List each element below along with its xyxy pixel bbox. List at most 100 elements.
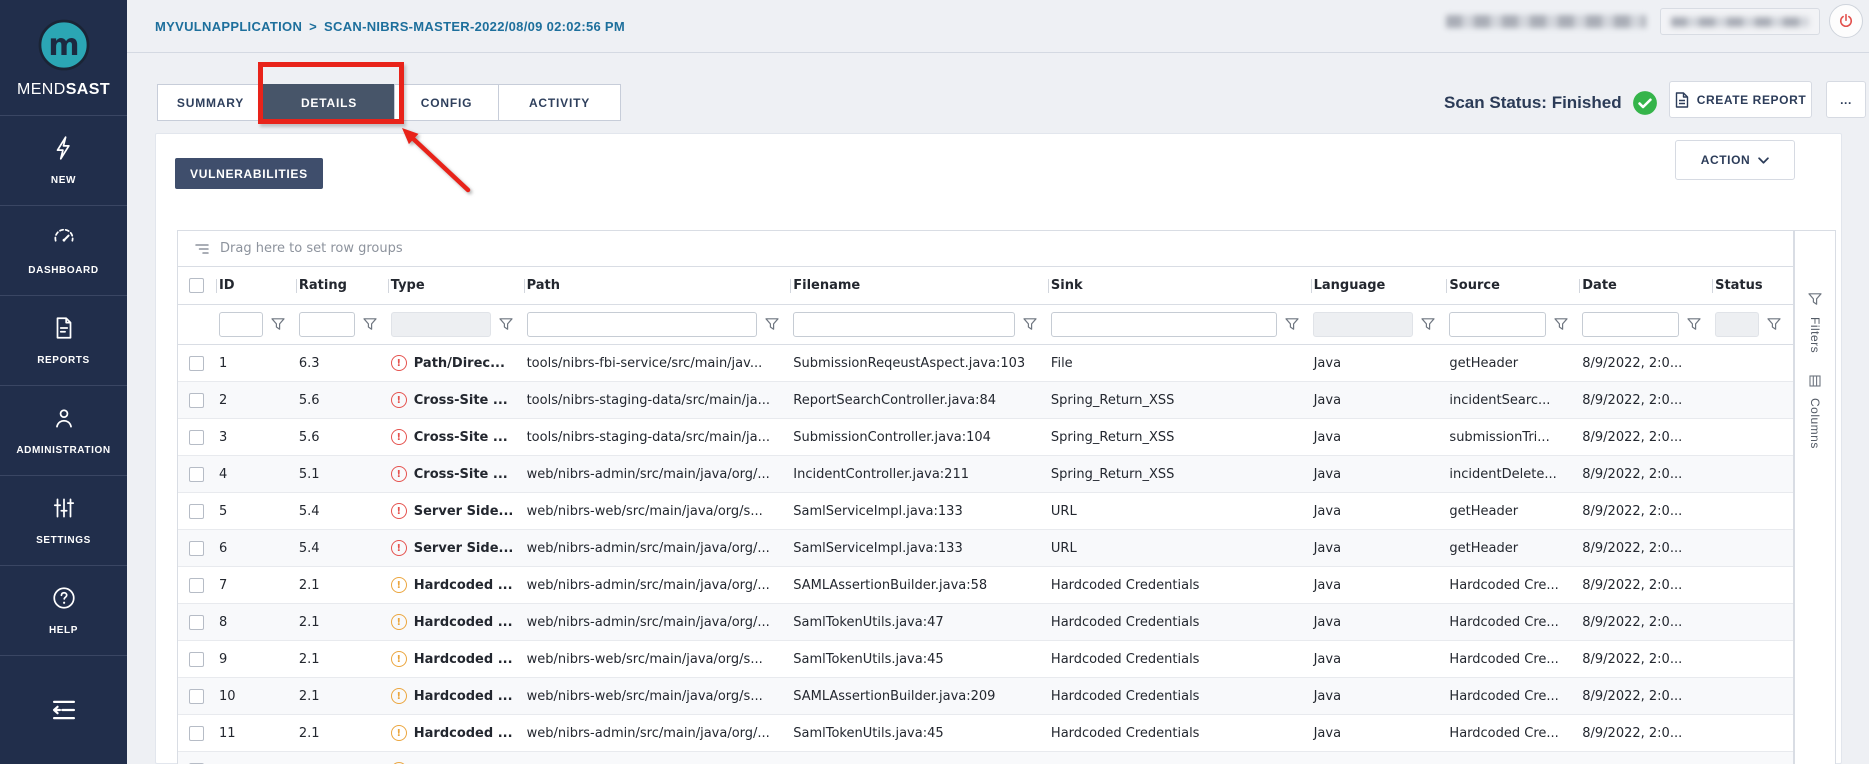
cell-date: 8/9/2022, 2:0... <box>1580 504 1713 519</box>
row-checkbox[interactable] <box>189 726 204 741</box>
table-filter-row <box>178 305 1793 345</box>
filter-menu-funnel-icon[interactable] <box>765 318 779 331</box>
row-checkbox[interactable] <box>189 356 204 371</box>
type-label: Server Side... <box>414 504 514 519</box>
filter-input-id[interactable] <box>219 312 263 337</box>
cell-sink: Spring_Return_XSS <box>1049 430 1312 445</box>
column-header-language[interactable]: Language <box>1312 267 1448 304</box>
filter-menu-funnel-icon[interactable] <box>1023 318 1037 331</box>
filter-menu-funnel-icon[interactable] <box>1687 318 1701 331</box>
column-header-id[interactable]: ID <box>217 267 297 304</box>
filter-menu-funnel-icon[interactable] <box>1554 318 1568 331</box>
collapse-sidebar-button[interactable] <box>0 656 127 763</box>
cell-date: 8/9/2022, 2:0... <box>1580 467 1713 482</box>
table-row[interactable]: 92.1!Hardcoded ...web/nibrs-web/src/main… <box>178 641 1793 678</box>
table-row[interactable]: 102.1!Hardcoded ...web/nibrs-web/src/mai… <box>178 678 1793 715</box>
table-row[interactable]: 112.1!Hardcoded ...web/nibrs-admin/src/m… <box>178 715 1793 752</box>
table-row[interactable]: 122.1!Hardcoded ...web/nibrs-web/src/mai… <box>178 752 1793 764</box>
cell-path: tools/nibrs-staging-data/src/main/ja... <box>525 430 792 445</box>
filter-menu-funnel-icon[interactable] <box>1767 318 1781 331</box>
tab-config[interactable]: CONFIG <box>394 84 499 121</box>
side-panel-tab-columns[interactable]: Columns <box>1808 375 1822 449</box>
row-checkbox[interactable] <box>189 615 204 630</box>
tab-summary[interactable]: SUMMARY <box>157 84 264 121</box>
filter-input-language <box>1313 312 1413 337</box>
filter-menu-funnel-icon[interactable] <box>1421 318 1435 331</box>
cell-sink: URL <box>1049 504 1312 519</box>
cell-path: tools/nibrs-fbi-service/src/main/jav... <box>525 356 792 371</box>
filter-menu-funnel-icon[interactable] <box>271 318 285 331</box>
redacted-org-selector[interactable] <box>1660 8 1820 35</box>
row-checkbox[interactable] <box>189 393 204 408</box>
row-group-dropzone[interactable]: Drag here to set row groups <box>178 231 1793 267</box>
breadcrumb-project-link[interactable]: MYVULNAPPLICATION <box>155 19 302 34</box>
gauge-icon <box>51 225 77 256</box>
tab-activity[interactable]: ACTIVITY <box>498 84 621 121</box>
filter-input-sink[interactable] <box>1051 312 1277 337</box>
side-panel-tab-filters[interactable]: Filters <box>1808 293 1822 353</box>
filter-menu-funnel-icon[interactable] <box>1285 318 1299 331</box>
filter-input-rating[interactable] <box>299 312 355 337</box>
cell-language: Java <box>1312 467 1448 482</box>
grid-side-panel: Filters Columns <box>1794 230 1836 764</box>
filter-input-source[interactable] <box>1449 312 1546 337</box>
row-checkbox[interactable] <box>189 578 204 593</box>
filter-cell-path <box>525 312 791 337</box>
row-checkbox[interactable] <box>189 430 204 445</box>
table-row[interactable]: 45.1!Cross-Site ...web/nibrs-admin/src/m… <box>178 456 1793 493</box>
sidebar-item-reports[interactable]: REPORTS <box>0 296 127 386</box>
sidebar-item-administration[interactable]: ADMINISTRATION <box>0 386 127 476</box>
filter-menu-funnel-icon[interactable] <box>499 318 513 331</box>
breadcrumb-scan-link[interactable]: SCAN-NIBRS-MASTER-2022/08/09 02:02:56 PM <box>324 19 625 34</box>
power-icon <box>1837 12 1855 30</box>
filter-input-date[interactable] <box>1582 312 1679 337</box>
column-header-source[interactable]: Source <box>1447 267 1580 304</box>
cell-date: 8/9/2022, 2:0... <box>1580 615 1713 630</box>
row-checkbox[interactable] <box>189 541 204 556</box>
create-report-button[interactable]: CREATE REPORT <box>1669 81 1812 118</box>
table-row[interactable]: 65.4!Server Side...web/nibrs-admin/src/m… <box>178 530 1793 567</box>
sidebar-item-help[interactable]: HELP <box>0 566 127 656</box>
filter-input-filename[interactable] <box>793 312 1014 337</box>
column-header-type[interactable]: Type <box>389 267 525 304</box>
row-checkbox[interactable] <box>189 504 204 519</box>
column-header-select[interactable] <box>178 267 217 304</box>
row-checkbox[interactable] <box>189 689 204 704</box>
filter-menu-funnel-icon[interactable] <box>363 318 377 331</box>
row-checkbox[interactable] <box>189 467 204 482</box>
filter-input-path[interactable] <box>527 312 757 337</box>
column-header-status[interactable]: Status <box>1713 267 1793 304</box>
select-all-checkbox[interactable] <box>189 278 204 293</box>
action-dropdown-button[interactable]: ACTION <box>1675 140 1795 180</box>
table-row[interactable]: 72.1!Hardcoded ...web/nibrs-admin/src/ma… <box>178 567 1793 604</box>
cell-language: Java <box>1312 615 1448 630</box>
table-row[interactable]: 16.3!Path/Direc...tools/nibrs-fbi-servic… <box>178 345 1793 382</box>
scan-status: Scan Status: Finished <box>1444 84 1658 121</box>
table-row[interactable]: 25.6!Cross-Site ...tools/nibrs-staging-d… <box>178 382 1793 419</box>
table-row[interactable]: 55.4!Server Side...web/nibrs-web/src/mai… <box>178 493 1793 530</box>
cell-date: 8/9/2022, 2:0... <box>1580 356 1713 371</box>
sidebar-item-dashboard[interactable]: DASHBOARD <box>0 206 127 296</box>
cell-source: incidentDelete... <box>1447 467 1580 482</box>
sidebar-item-settings[interactable]: SETTINGS <box>0 476 127 566</box>
cell-path: web/nibrs-admin/src/main/java/org/... <box>525 467 792 482</box>
severity-high-alert-icon: ! <box>391 466 407 482</box>
table-row[interactable]: 35.6!Cross-Site ...tools/nibrs-staging-d… <box>178 419 1793 456</box>
row-checkbox[interactable] <box>189 652 204 667</box>
type-label: Cross-Site ... <box>414 467 508 482</box>
column-header-sink[interactable]: Sink <box>1049 267 1312 304</box>
tab-details[interactable]: DETAILS <box>263 84 395 121</box>
cell-source: getHeader <box>1447 504 1580 519</box>
app-logo[interactable]: m MENDSAST <box>0 0 127 116</box>
sidebar-item-new[interactable]: NEW <box>0 116 127 206</box>
column-header-rating[interactable]: Rating <box>297 267 389 304</box>
cell-rating: 5.6 <box>297 430 389 445</box>
column-header-date[interactable]: Date <box>1580 267 1713 304</box>
cell-select <box>178 652 217 667</box>
more-options-button[interactable]: ... <box>1826 81 1866 118</box>
breadcrumb: MYVULNAPPLICATION > SCAN-NIBRS-MASTER-20… <box>155 0 625 53</box>
logout-button[interactable] <box>1829 4 1863 38</box>
table-row[interactable]: 82.1!Hardcoded ...web/nibrs-admin/src/ma… <box>178 604 1793 641</box>
column-header-filename[interactable]: Filename <box>791 267 1049 304</box>
column-header-path[interactable]: Path <box>525 267 792 304</box>
